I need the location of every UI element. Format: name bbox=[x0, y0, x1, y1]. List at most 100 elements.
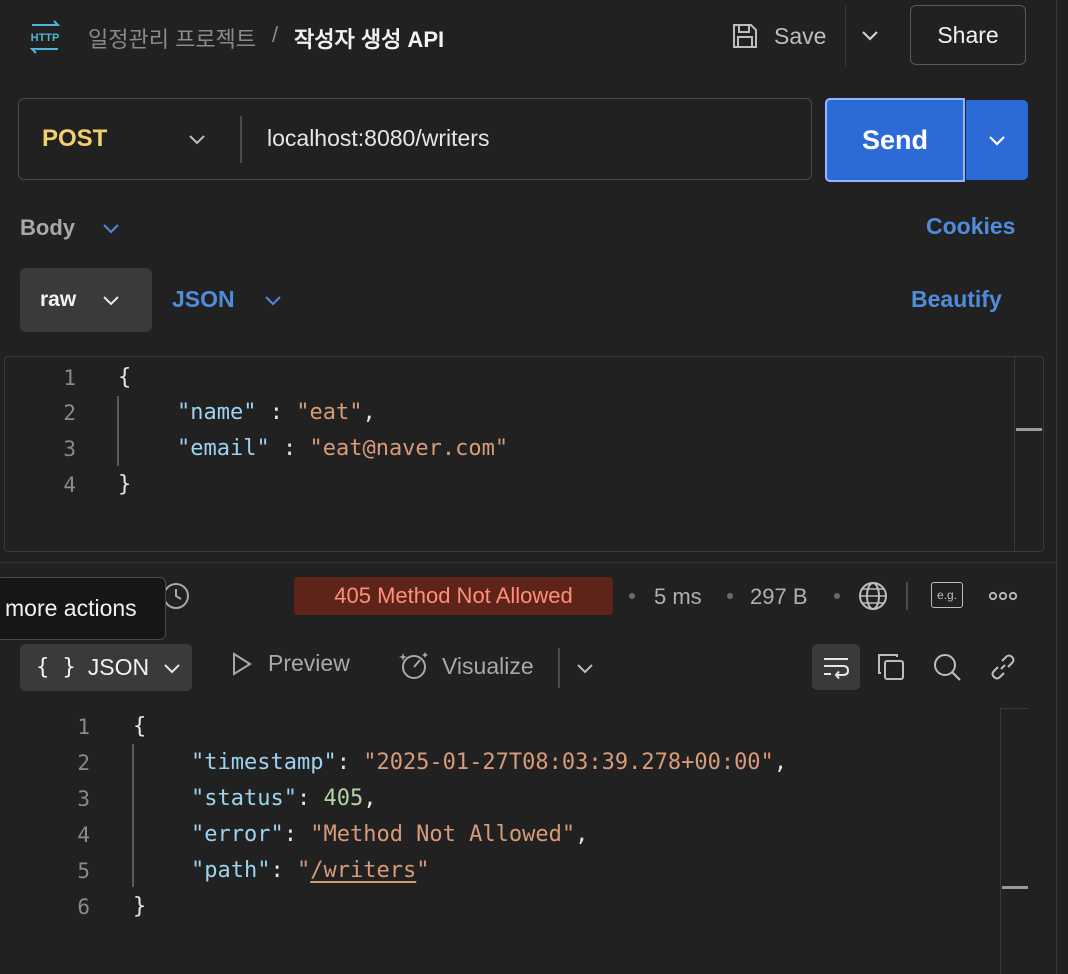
share-button[interactable]: Share bbox=[910, 5, 1026, 65]
json-quote: " bbox=[296, 858, 311, 883]
url-divider bbox=[240, 116, 242, 163]
json-comma: , bbox=[575, 822, 589, 847]
code-line: } bbox=[133, 894, 146, 919]
svg-text:HTTP: HTTP bbox=[31, 32, 60, 44]
json-key: "error" bbox=[191, 822, 284, 847]
path-link[interactable]: /writers bbox=[310, 858, 416, 883]
response-time[interactable]: 5 ms bbox=[654, 584, 702, 610]
line-number: 3 bbox=[63, 437, 76, 461]
json-string: "Method Not Allowed" bbox=[310, 822, 576, 847]
save-icon bbox=[730, 21, 760, 51]
chevron-down-icon bbox=[100, 289, 122, 311]
json-comma: , bbox=[363, 786, 377, 811]
code-line: { bbox=[133, 714, 146, 739]
response-format-select[interactable]: { } JSON bbox=[20, 644, 192, 691]
json-string: "2025-01-27T08:03:39.278+00:00" bbox=[363, 750, 774, 775]
response-size[interactable]: 297 B bbox=[750, 584, 808, 610]
link-icon[interactable] bbox=[987, 651, 1019, 683]
editor-minimap-divider bbox=[1014, 357, 1015, 551]
editor-minimap-divider bbox=[1000, 708, 1001, 974]
close-brace: } bbox=[118, 472, 132, 497]
json-key: "email" bbox=[177, 436, 270, 461]
pane-splitter[interactable] bbox=[0, 562, 1056, 563]
indent-guide bbox=[132, 744, 134, 887]
panel-edge bbox=[1056, 0, 1057, 974]
save-button[interactable]: Save bbox=[730, 14, 826, 58]
indent-guide bbox=[117, 396, 119, 466]
code-line: "error": "Method Not Allowed", bbox=[191, 822, 588, 847]
json-colon: : bbox=[283, 822, 311, 847]
more-horizontal-icon[interactable] bbox=[988, 590, 1018, 602]
chevron-down-icon[interactable] bbox=[262, 289, 284, 311]
body-type-select[interactable]: JSON bbox=[172, 286, 235, 313]
json-key: "timestamp" bbox=[191, 750, 337, 775]
save-options-chevron-down-icon[interactable] bbox=[856, 22, 884, 50]
editor-scrollbar-thumb[interactable] bbox=[1002, 886, 1028, 889]
code-line: "status": 405, bbox=[191, 786, 376, 811]
line-number: 4 bbox=[77, 823, 90, 847]
format-label: JSON bbox=[87, 654, 150, 680]
beautify-button[interactable]: Beautify bbox=[911, 286, 1002, 313]
preview-label: Preview bbox=[268, 650, 350, 676]
request-body-editor[interactable] bbox=[4, 356, 1044, 552]
save-as-example-button[interactable]: e.g. bbox=[931, 582, 963, 608]
breadcrumb-parent[interactable]: 일정관리 프로젝트 bbox=[88, 22, 256, 54]
open-brace: { bbox=[118, 365, 132, 390]
wrap-lines-icon bbox=[821, 653, 851, 681]
save-divider bbox=[845, 6, 846, 66]
close-brace: } bbox=[133, 894, 147, 919]
line-number: 1 bbox=[77, 715, 90, 739]
body-tab[interactable]: Body bbox=[20, 215, 75, 241]
json-colon: : bbox=[336, 750, 364, 775]
meta-dot bbox=[727, 593, 733, 599]
code-line: { bbox=[118, 365, 131, 390]
json-colon: : bbox=[269, 436, 310, 461]
chevron-down-icon[interactable] bbox=[186, 128, 208, 150]
line-number: 5 bbox=[77, 859, 90, 883]
editor-minimap-border bbox=[1000, 708, 1028, 709]
visualize-button[interactable]: Visualize bbox=[398, 650, 534, 682]
open-brace: { bbox=[133, 714, 147, 739]
send-button[interactable]: Send bbox=[825, 98, 965, 182]
method-select[interactable]: POST bbox=[42, 125, 107, 153]
preview-button[interactable]: Preview bbox=[228, 650, 350, 677]
json-number: 405 bbox=[323, 786, 364, 811]
status-badge[interactable]: 405 Method Not Allowed bbox=[294, 577, 613, 615]
json-key: "name" bbox=[177, 400, 257, 425]
braces-icon: { } bbox=[36, 655, 76, 680]
chevron-down-icon[interactable] bbox=[574, 657, 596, 679]
editor-scrollbar-thumb[interactable] bbox=[1016, 428, 1042, 431]
cookies-link[interactable]: Cookies bbox=[926, 213, 1015, 240]
breadcrumb-separator: / bbox=[272, 22, 279, 47]
visualize-label: Visualize bbox=[442, 652, 534, 679]
wrap-lines-button[interactable] bbox=[812, 644, 860, 690]
line-number: 2 bbox=[63, 401, 76, 425]
json-colon: : bbox=[270, 858, 297, 883]
divider bbox=[558, 648, 560, 688]
chevron-down-icon[interactable] bbox=[100, 217, 122, 239]
json-string: "eat" bbox=[296, 400, 363, 425]
url-input[interactable]: localhost:8080/writers bbox=[267, 125, 489, 152]
code-line: "path": "/writers" bbox=[191, 858, 429, 883]
search-icon[interactable] bbox=[931, 651, 963, 683]
json-string: "eat@naver.com" bbox=[309, 436, 509, 461]
json-colon: : bbox=[256, 400, 297, 425]
line-number: 1 bbox=[63, 366, 76, 390]
code-line: } bbox=[118, 472, 131, 497]
meta-dot bbox=[834, 593, 840, 599]
globe-icon[interactable] bbox=[857, 580, 889, 612]
http-icon: HTTP bbox=[26, 18, 64, 56]
copy-icon[interactable] bbox=[875, 651, 907, 683]
json-key: "path" bbox=[191, 858, 271, 883]
line-number: 6 bbox=[77, 895, 90, 919]
code-line: "email" : "eat@naver.com" bbox=[177, 436, 508, 461]
body-mode-select[interactable]: raw bbox=[20, 268, 152, 332]
chevron-down-icon bbox=[161, 657, 183, 679]
line-number: 3 bbox=[77, 787, 90, 811]
page-title[interactable]: 작성자 생성 API bbox=[294, 22, 444, 54]
line-number: 2 bbox=[77, 751, 90, 775]
more-actions-tooltip: more actions bbox=[0, 577, 166, 640]
json-colon: : bbox=[296, 786, 324, 811]
send-options-button[interactable] bbox=[966, 100, 1028, 180]
json-key: "status" bbox=[191, 786, 297, 811]
